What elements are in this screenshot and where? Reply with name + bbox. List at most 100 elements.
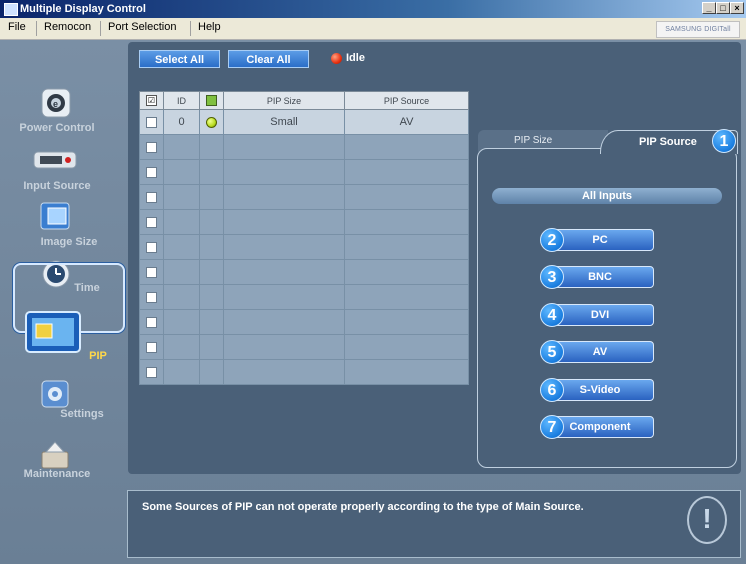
status-indicator-icon xyxy=(331,53,342,64)
row-pip-source xyxy=(344,359,469,385)
header-id: ID xyxy=(163,91,200,110)
row-status xyxy=(199,234,224,260)
step-marker-2: 2 xyxy=(540,228,564,252)
row-pip-source: AV xyxy=(344,109,469,135)
row-checkbox[interactable] xyxy=(139,159,164,185)
menu-separator xyxy=(100,21,101,36)
row-checkbox[interactable] xyxy=(139,184,164,210)
row-checkbox[interactable] xyxy=(139,209,164,235)
row-pip-size xyxy=(223,134,345,160)
table-row[interactable] xyxy=(139,259,469,285)
sidebar-item-label: Settings xyxy=(60,408,104,420)
title-bar: Multiple Display Control _ □ × xyxy=(0,0,746,18)
header-checkbox[interactable]: ☑ xyxy=(139,91,164,110)
step-marker-1: 1 xyxy=(712,129,736,153)
row-status xyxy=(199,184,224,210)
row-checkbox[interactable] xyxy=(139,259,164,285)
sidebar-item-label: PIP xyxy=(89,350,107,362)
table-header-row: ☑ ID PIP Size PIP Source xyxy=(139,91,469,110)
sidebar-item-pip[interactable]: PIP xyxy=(10,306,120,366)
pip-icon xyxy=(25,311,81,353)
row-checkbox[interactable] xyxy=(139,334,164,360)
row-status xyxy=(199,309,224,335)
table-row[interactable] xyxy=(139,134,469,160)
row-id xyxy=(163,309,200,335)
power-control-icon: e xyxy=(41,88,71,118)
sidebar-item-label: Power Control xyxy=(19,122,95,134)
row-checkbox[interactable] xyxy=(139,284,164,310)
input-source-icon xyxy=(33,151,77,169)
table-row[interactable] xyxy=(139,234,469,260)
menu-file[interactable]: File xyxy=(8,21,26,33)
row-checkbox[interactable] xyxy=(139,134,164,160)
step-marker-3: 3 xyxy=(540,265,564,289)
header-pip-size: PIP Size xyxy=(223,91,345,110)
sidebar-item-label: Maintenance xyxy=(23,468,91,480)
sidebar-item-image-size[interactable]: Image Size xyxy=(10,200,120,252)
all-inputs-header: All Inputs xyxy=(492,188,722,204)
select-all-button[interactable]: Select All xyxy=(139,50,220,68)
menu-separator xyxy=(36,21,37,36)
row-pip-size xyxy=(223,209,345,235)
display-table: ☑ ID PIP Size PIP Source 0 Small AV xyxy=(139,91,469,385)
row-pip-source xyxy=(344,334,469,360)
row-status xyxy=(199,359,224,385)
row-pip-size xyxy=(223,309,345,335)
menu-help[interactable]: Help xyxy=(198,21,221,33)
row-status xyxy=(199,109,224,135)
sidebar-item-maintenance[interactable]: Maintenance xyxy=(10,438,120,488)
warning-icon: ! xyxy=(687,496,727,544)
table-row[interactable]: 0 Small AV xyxy=(139,109,469,135)
sidebar-item-label: Image Size xyxy=(40,236,98,248)
table-row[interactable] xyxy=(139,359,469,385)
row-pip-source xyxy=(344,284,469,310)
row-status xyxy=(199,284,224,310)
menu-port-selection[interactable]: Port Selection xyxy=(108,21,176,33)
brand-logo: SAMSUNG DIGITall xyxy=(656,21,740,38)
header-pip-source: PIP Source xyxy=(344,91,469,110)
maintenance-icon xyxy=(41,441,69,469)
table-row[interactable] xyxy=(139,159,469,185)
svg-text:e: e xyxy=(53,99,58,109)
step-marker-6: 6 xyxy=(540,378,564,402)
row-checkbox[interactable] xyxy=(139,309,164,335)
app-window: Multiple Display Control _ □ × File Remo… xyxy=(0,0,746,564)
row-id xyxy=(163,284,200,310)
row-id xyxy=(163,334,200,360)
table-row[interactable] xyxy=(139,309,469,335)
clear-all-button[interactable]: Clear All xyxy=(228,50,309,68)
close-button[interactable]: × xyxy=(730,2,744,14)
row-checkbox[interactable] xyxy=(139,109,164,135)
table-row[interactable] xyxy=(139,184,469,210)
minimize-button[interactable]: _ xyxy=(702,2,716,14)
image-size-icon xyxy=(40,202,70,230)
row-pip-size xyxy=(223,284,345,310)
row-pip-source xyxy=(344,234,469,260)
header-status xyxy=(199,91,224,110)
row-status xyxy=(199,134,224,160)
row-pip-size xyxy=(223,234,345,260)
row-checkbox[interactable] xyxy=(139,234,164,260)
sidebar-item-input-source[interactable]: Input Source xyxy=(10,144,120,194)
sidebar-item-label: Input Source xyxy=(23,180,91,192)
table-row[interactable] xyxy=(139,334,469,360)
row-id xyxy=(163,184,200,210)
step-marker-7: 7 xyxy=(540,415,564,439)
table-row[interactable] xyxy=(139,209,469,235)
row-pip-source xyxy=(344,159,469,185)
row-id xyxy=(163,134,200,160)
sidebar-item-power-control[interactable]: e Power Control xyxy=(10,86,120,138)
message-box: Some Sources of PIP can not operate prop… xyxy=(127,490,741,558)
row-pip-source xyxy=(344,259,469,285)
row-checkbox[interactable] xyxy=(139,359,164,385)
table-row[interactable] xyxy=(139,284,469,310)
menu-remocon[interactable]: Remocon xyxy=(44,21,91,33)
row-pip-size: Small xyxy=(223,109,345,135)
step-marker-4: 4 xyxy=(540,303,564,327)
row-id xyxy=(163,209,200,235)
maximize-button[interactable]: □ xyxy=(716,2,730,14)
row-pip-source xyxy=(344,209,469,235)
row-pip-source xyxy=(344,309,469,335)
sidebar-item-settings[interactable]: Settings xyxy=(10,378,120,430)
row-status xyxy=(199,259,224,285)
